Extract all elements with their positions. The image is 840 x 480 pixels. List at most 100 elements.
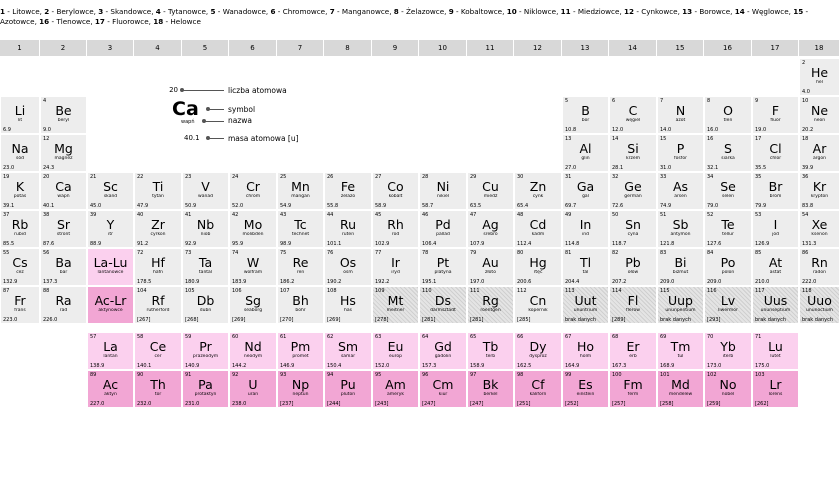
element-cell-lr[interactable]: 103 Lr lorens [262] [752,370,799,408]
element-cell-pb[interactable]: 82 Pb ołów 207.2 [609,248,657,286]
element-cell-rg[interactable]: 111 Rg roentgen [281] [467,286,514,324]
element-cell-ds[interactable]: 110 Ds darmsztadt [281] [419,286,467,324]
element-cell-tl[interactable]: 81 Tl tal 204.4 [562,248,609,286]
element-cell-cl[interactable]: 17 Cl chlor 35.5 [752,134,799,172]
element-cell-bk[interactable]: 97 Bk berkel [247] [467,370,514,408]
element-cell-sb[interactable]: 51 Sb antymon 121.8 [657,210,704,248]
element-cell-sc[interactable]: 21 Sc skand 45.0 [87,172,134,210]
element-cell-at[interactable]: 85 At astat 210.0 [752,248,799,286]
element-cell-sm[interactable]: 62 Sm samar 150.4 [324,332,372,370]
element-cell-bh[interactable]: 107 Bh bohr [270] [277,286,324,324]
element-cell-li[interactable]: Li lit 6.9 [0,96,40,134]
element-cell-rh[interactable]: 45 Rh rod 102.9 [372,210,419,248]
element-cell-cm[interactable]: 96 Cm kiur [247] [419,370,467,408]
element-cell-ga[interactable]: 31 Ga gal 69.7 [562,172,609,210]
element-cell-n[interactable]: 7 Nazot 14.0 [657,96,704,134]
element-cell-ru[interactable]: 44 Ru ruten 101.1 [324,210,372,248]
element-cell-xe[interactable]: 54 Xe ksenon 131.3 [799,210,840,248]
element-cell-db[interactable]: 105 Db dubn [268] [182,286,229,324]
element-cell-pd[interactable]: 46 Pd pallad 106.4 [419,210,467,248]
element-cell-tb[interactable]: 65 Tb terb 158.9 [467,332,514,370]
element-cell-la-lu[interactable]: La-Lu lantanowce [87,248,134,286]
element-cell-fm[interactable]: 100 Fm ferm [257] [609,370,657,408]
element-cell-la[interactable]: 57 La lantan 138.9 [87,332,134,370]
element-cell-in[interactable]: 49 In ind 114.8 [562,210,609,248]
element-cell-uup[interactable]: 115 Uup ununpentium brak danych [657,286,704,324]
element-cell-tc[interactable]: 43 Tc technet 98.9 [277,210,324,248]
element-cell-al[interactable]: 13 Al glin 27.0 [562,134,609,172]
element-cell-cn[interactable]: 112 Cn kopernik [285] [514,286,562,324]
element-cell-hg[interactable]: 80 Hg rtęć 200.6 [514,248,562,286]
element-cell-er[interactable]: 68 Er erb 167.3 [609,332,657,370]
element-cell-ra[interactable]: 88 Ra rad 226.0 [40,286,87,324]
element-cell-ge[interactable]: 32 Ge german 72.6 [609,172,657,210]
element-cell-np[interactable]: 93 Np neptun [237] [277,370,324,408]
element-cell-lv[interactable]: 116 Lv liwermor [293] [704,286,752,324]
element-cell-cd[interactable]: 48 Cd kadm 112.4 [514,210,562,248]
element-cell-eu[interactable]: 63 Eu europ 152.0 [372,332,419,370]
element-cell-ti[interactable]: 22 Ti tytan 47.9 [134,172,182,210]
element-cell-pu[interactable]: 94 Pu pluton [244] [324,370,372,408]
element-cell-rb[interactable]: 37 Rb rubid 85.5 [0,210,40,248]
element-cell-es[interactable]: 99 Es einstein [252] [562,370,609,408]
element-cell-cf[interactable]: 98 Cf kaliforn [251] [514,370,562,408]
element-cell-cr[interactable]: 24 Cr chrom 52.0 [229,172,277,210]
element-cell-w[interactable]: 74 Wwolfram 183.9 [229,248,277,286]
element-cell-b[interactable]: 5 Bbor 10.8 [562,96,609,134]
element-cell-uuo[interactable]: 118 Uuo ununoctium brak danych [799,286,840,324]
element-cell-am[interactable]: 95 Am ameryk [243] [372,370,419,408]
element-cell-i[interactable]: 53 Ijod 126.9 [752,210,799,248]
element-cell-zr[interactable]: 40 Zr cyrkon 91.2 [134,210,182,248]
element-cell-fl[interactable]: 114 Fl flerow [289] [609,286,657,324]
element-cell-ag[interactable]: 47 Ag srebro 107.9 [467,210,514,248]
element-cell-po[interactable]: 84 Po polon 209.0 [704,248,752,286]
element-cell-mg[interactable]: 12 Mg magnez 24.3 [40,134,87,172]
element-cell-mn[interactable]: 25 Mn mangan 54.9 [277,172,324,210]
element-cell-cs[interactable]: 55 Cs cez 132.9 [0,248,40,286]
element-cell-o[interactable]: 8 Otlen 16.0 [704,96,752,134]
element-cell-ta[interactable]: 73 Ta tantal 180.9 [182,248,229,286]
element-cell-co[interactable]: 27 Co kobalt 58.9 [372,172,419,210]
element-cell-p[interactable]: 15 Pfosfor 31.0 [657,134,704,172]
element-cell-c[interactable]: 6 Cwęgiel 12.0 [609,96,657,134]
element-cell-he[interactable]: 2 He hel 4.0 [799,58,840,96]
element-cell-os[interactable]: 76 Os osm 190.2 [324,248,372,286]
element-cell-gd[interactable]: 64 Gd gadolin 157.3 [419,332,467,370]
element-cell-y[interactable]: 39 Yitr 88.9 [87,210,134,248]
element-cell-k[interactable]: 19 Kpotas 39.1 [0,172,40,210]
element-cell-si[interactable]: 14 Si krzem 28.1 [609,134,657,172]
element-cell-yb[interactable]: 70 Yb iterb 173.0 [704,332,752,370]
element-cell-uut[interactable]: 113 Uut ununtrium brak danych [562,286,609,324]
element-cell-kr[interactable]: 36 Kr krypton 83.8 [799,172,840,210]
element-cell-te[interactable]: 52 Te tellur 127.6 [704,210,752,248]
element-cell-au[interactable]: 79 Au złoto 197.0 [467,248,514,286]
element-cell-s[interactable]: 16 Ssiarka 32.1 [704,134,752,172]
element-cell-th[interactable]: 90 Th tor 232.0 [134,370,182,408]
element-cell-ir[interactable]: 77 Ir iryd 192.2 [372,248,419,286]
element-cell-pr[interactable]: 59 Pr prazeodym 140.9 [182,332,229,370]
element-cell-sn[interactable]: 50 Sn cyna 118.7 [609,210,657,248]
element-cell-as[interactable]: 33 As arsen 74.9 [657,172,704,210]
element-cell-rf[interactable]: 104 Rf rutherford [267] [134,286,182,324]
element-cell-pm[interactable]: 61 Pm promet 146.9 [277,332,324,370]
element-cell-bi[interactable]: 83 Bi bizmut 209.0 [657,248,704,286]
element-cell-uus[interactable]: 117 Uus ununseptium brak danych [752,286,799,324]
element-cell-pt[interactable]: 78 Pt platyna 195.1 [419,248,467,286]
element-cell-hf[interactable]: 72 Hf hafn 178.5 [134,248,182,286]
element-cell-br[interactable]: 35 Br brom 79.9 [752,172,799,210]
element-cell-v[interactable]: 23 Vwanad 50.9 [182,172,229,210]
element-cell-ac[interactable]: 89 Ac aktyn 227.0 [87,370,134,408]
element-cell-hs[interactable]: 108 Hs has [269] [324,286,372,324]
element-cell-re[interactable]: 75 Re ren 186.2 [277,248,324,286]
element-cell-sg[interactable]: 106 Sg seaborg [269] [229,286,277,324]
element-cell-zn[interactable]: 30 Zn cynk 65.4 [514,172,562,210]
element-cell-be[interactable]: 4 Be beryl 9.0 [40,96,87,134]
element-cell-md[interactable]: 101 Md mendelew [258] [657,370,704,408]
element-cell-rn[interactable]: 86 Rn radon 222.0 [799,248,840,286]
element-cell-mo[interactable]: 42 Mo molibden 95.9 [229,210,277,248]
element-cell-sr[interactable]: 38 Sr stront 87.6 [40,210,87,248]
element-cell-pa[interactable]: 91 Pa protaktyn 231.0 [182,370,229,408]
element-cell-ac-lr[interactable]: Ac-Lr aktynowce [87,286,134,324]
element-cell-na[interactable]: Na sód 23.0 [0,134,40,172]
element-cell-fr[interactable]: 87 Fr frans 223.0 [0,286,40,324]
